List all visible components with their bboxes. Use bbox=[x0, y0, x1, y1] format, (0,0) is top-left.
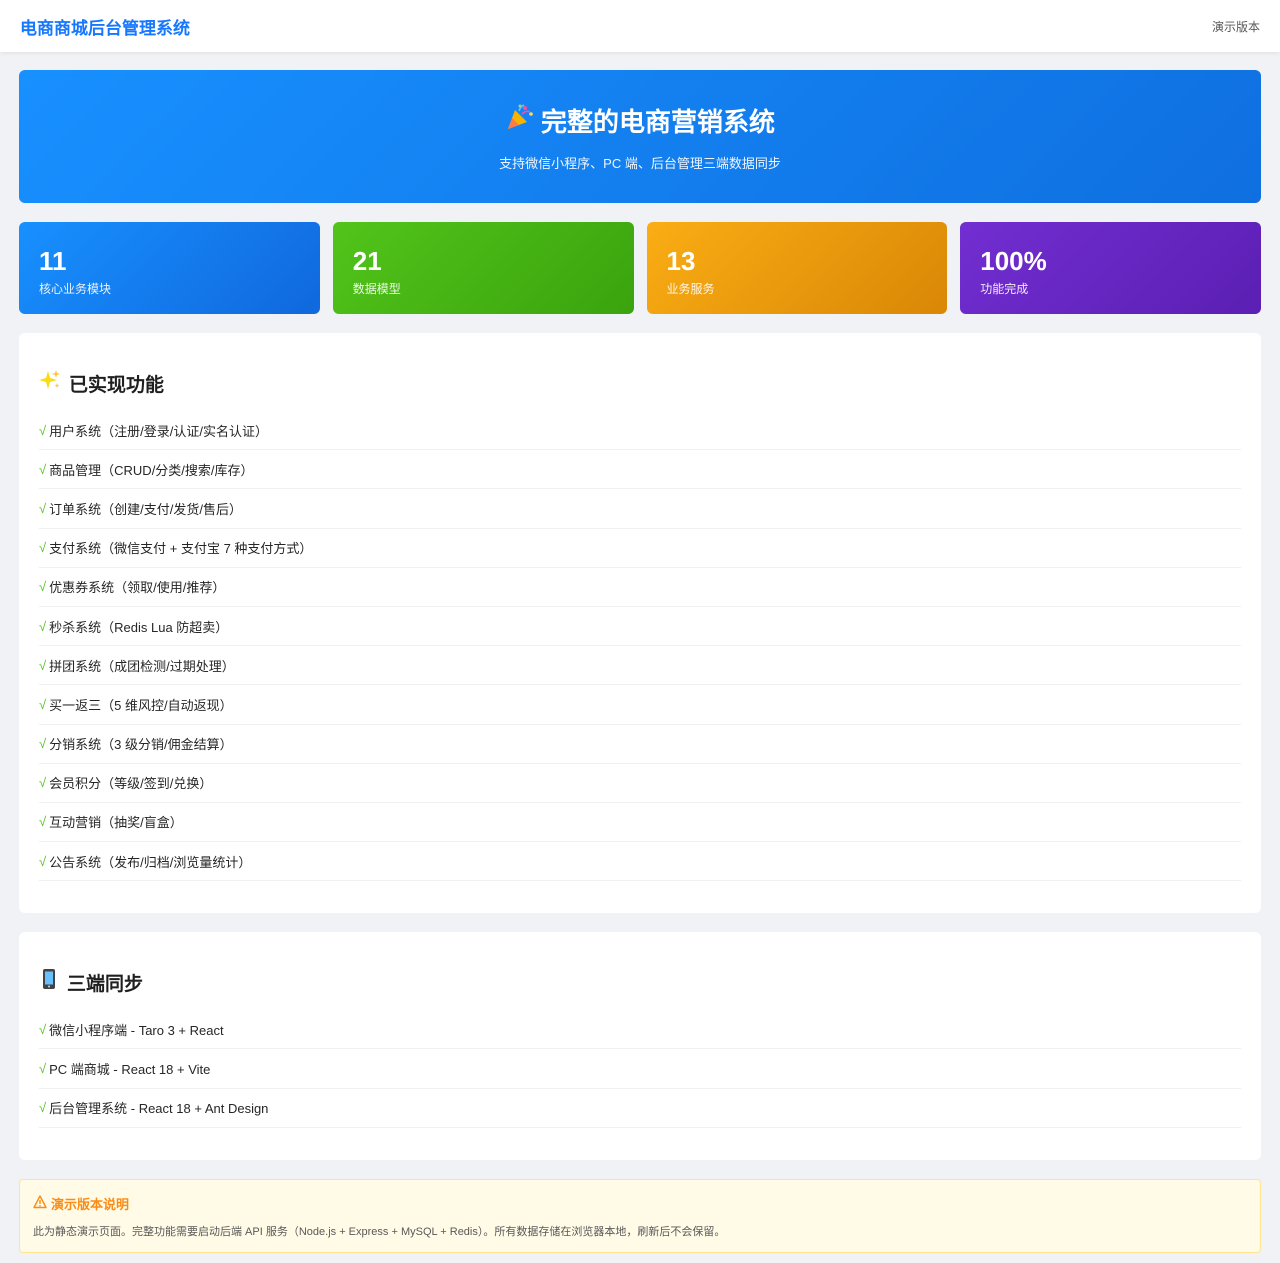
notice-text: 此为静态演示页面。完整功能需要启动后端 API 服务（Node.js + Exp… bbox=[33, 1225, 726, 1238]
top-bar: 电商商城后台管理系统 演示版本 bbox=[0, 0, 1280, 52]
sparkles-icon bbox=[39, 369, 61, 397]
list-item: √ 用户系统（注册/登录/认证/实名认证） bbox=[39, 411, 1241, 451]
list-item: √ 商品管理（CRUD/分类/搜索/库存） bbox=[39, 450, 1241, 490]
check-icon: √ bbox=[39, 540, 47, 556]
check-icon: √ bbox=[39, 1061, 47, 1077]
stat-value: 21 bbox=[352, 246, 382, 276]
sync-title: 三端同步 bbox=[39, 968, 1241, 996]
list-item: √ 买一返三（5 维风控/自动返现） bbox=[39, 685, 1241, 725]
warning-icon bbox=[33, 1195, 47, 1212]
version-label: 演示版本 bbox=[1211, 19, 1260, 34]
sync-card: 三端同步 √ 微信小程序端 - Taro 3 + React √ PC 端商城 - … bbox=[19, 932, 1261, 1160]
hero-subtitle: 支持微信小程序、PC 端、后台管理三端数据同步 bbox=[499, 155, 781, 171]
list-item-text: 优惠券系统（领取/使用/推荐） bbox=[49, 580, 226, 596]
check-icon: √ bbox=[39, 696, 47, 712]
list-item: √ 公告系统（发布/归档/浏览量统计） bbox=[39, 842, 1241, 882]
check-icon: √ bbox=[39, 775, 47, 791]
stats-row: 11 核心业务模块 21 数据模型 13 业务服务 100% 功能完成 bbox=[19, 222, 1261, 314]
check-icon: √ bbox=[39, 618, 47, 634]
app-brand[interactable]: 电商商城后台管理系统 bbox=[20, 14, 190, 39]
features-title-text: 已实现功能 bbox=[69, 374, 165, 396]
stat-value: 100% bbox=[980, 246, 1047, 276]
list-item: √ PC 端商城 - React 18 + Vite bbox=[39, 1049, 1241, 1089]
stat-value: 13 bbox=[666, 246, 696, 276]
list-item-text: PC 端商城 - React 18 + Vite bbox=[49, 1062, 211, 1078]
stat-label: 业务服务 bbox=[666, 282, 715, 296]
list-item-text: 秒杀系统（Redis Lua 防超卖） bbox=[49, 619, 229, 635]
list-item: √ 微信小程序端 - Taro 3 + React bbox=[39, 1010, 1241, 1050]
list-item: √ 秒杀系统（Redis Lua 防超卖） bbox=[39, 607, 1241, 647]
stat-card-completion: 100% 功能完成 bbox=[960, 222, 1261, 314]
list-item: √ 优惠券系统（领取/使用/推荐） bbox=[39, 568, 1241, 607]
sync-list: √ 微信小程序端 - Taro 3 + React √ PC 端商城 - React… bbox=[39, 1010, 1241, 1128]
list-item-text: 订单系统（创建/支付/发货/售后） bbox=[49, 501, 242, 517]
demo-notice: 演示版本说明 此为静态演示页面。完整功能需要启动后端 API 服务（Node.j… bbox=[19, 1178, 1261, 1253]
list-item-text: 会员积分（等级/签到/兑换） bbox=[49, 776, 213, 792]
check-icon: √ bbox=[39, 1100, 47, 1116]
mobile-phone-icon bbox=[39, 968, 59, 996]
check-icon: √ bbox=[39, 657, 47, 673]
list-item-text: 微信小程序端 - Taro 3 + React bbox=[49, 1022, 224, 1038]
features-card: 已实现功能 √ 用户系统（注册/登录/认证/实名认证） √ 商品管理（CRUD/分类… bbox=[19, 333, 1261, 914]
stat-label: 功能完成 bbox=[980, 282, 1029, 296]
stat-card-services: 13 业务服务 bbox=[646, 222, 948, 314]
list-item-text: 拼团系统（成团检测/过期处理） bbox=[49, 658, 235, 674]
list-item: √ 互动营销（抽奖/盲盒） bbox=[39, 803, 1241, 843]
list-item: √ 支付系统（微信支付 + 支付宝 7 种支付方式） bbox=[39, 529, 1241, 568]
check-icon: √ bbox=[39, 500, 47, 516]
list-item-text: 分销系统（3 级分销/佣金结算） bbox=[49, 737, 233, 753]
check-icon: √ bbox=[39, 1021, 47, 1037]
stat-card-models: 21 数据模型 bbox=[332, 222, 634, 314]
list-item-text: 后台管理系统 - React 18 + Ant Design bbox=[49, 1101, 269, 1117]
check-icon: √ bbox=[39, 853, 47, 869]
stat-card-modules: 11 核心业务模块 bbox=[19, 222, 320, 314]
notice-title: 演示版本说明 bbox=[33, 1194, 1247, 1213]
features-title: 已实现功能 bbox=[39, 369, 1241, 397]
check-icon: √ bbox=[39, 736, 47, 752]
check-icon: √ bbox=[39, 579, 47, 595]
hero-title-text: 完整的电商营销系统 bbox=[540, 106, 775, 137]
list-item-text: 支付系统（微信支付 + 支付宝 7 种支付方式） bbox=[49, 541, 313, 557]
check-icon: √ bbox=[39, 814, 47, 830]
list-item-text: 用户系统（注册/登录/认证/实名认证） bbox=[49, 423, 268, 439]
list-item: √ 后台管理系统 - React 18 + Ant Design bbox=[39, 1089, 1241, 1128]
features-list: √ 用户系统（注册/登录/认证/实名认证） √ 商品管理（CRUD/分类/搜索/库存… bbox=[39, 411, 1241, 882]
list-item-text: 互动营销（抽奖/盲盒） bbox=[49, 815, 183, 831]
party-popper-icon bbox=[505, 102, 535, 139]
hero-title: 完整的电商营销系统 bbox=[505, 102, 775, 139]
list-item: √ 分销系统（3 级分销/佣金结算） bbox=[39, 725, 1241, 764]
check-icon: √ bbox=[39, 461, 47, 477]
list-item-text: 买一返三（5 维风控/自动返现） bbox=[49, 697, 233, 713]
check-icon: √ bbox=[39, 422, 47, 438]
sync-title-text: 三端同步 bbox=[67, 973, 144, 995]
stat-value: 11 bbox=[39, 246, 67, 276]
main-content: 完整的电商营销系统 支持微信小程序、PC 端、后台管理三端数据同步 11 核心业… bbox=[0, 52, 1280, 1253]
list-item: √ 拼团系统（成团检测/过期处理） bbox=[39, 646, 1241, 686]
stat-label: 核心业务模块 bbox=[39, 282, 112, 296]
stat-label: 数据模型 bbox=[352, 282, 401, 296]
list-item: √ 会员积分（等级/签到/兑换） bbox=[39, 764, 1241, 803]
notice-title-text: 演示版本说明 bbox=[51, 1196, 130, 1212]
list-item-text: 商品管理（CRUD/分类/搜索/库存） bbox=[49, 462, 254, 478]
list-item: √ 订单系统（创建/支付/发货/售后） bbox=[39, 489, 1241, 529]
list-item-text: 公告系统（发布/归档/浏览量统计） bbox=[49, 854, 252, 870]
hero-banner: 完整的电商营销系统 支持微信小程序、PC 端、后台管理三端数据同步 bbox=[19, 70, 1261, 203]
